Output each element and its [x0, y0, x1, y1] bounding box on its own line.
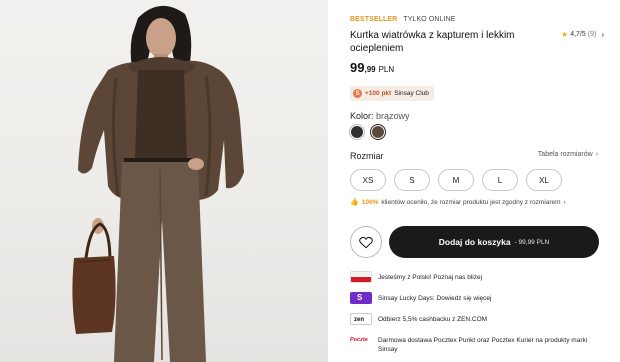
star-icon: ★ — [561, 30, 569, 39]
rating-score: 4,7/5 — [570, 31, 586, 38]
price-decimal: ,99 — [364, 65, 376, 74]
price-currency: PLN — [378, 65, 395, 74]
poczta-polska-logo-icon — [350, 334, 372, 346]
promo-list: Jesteśmy z Polski! Poznaj nas bliżej Sin… — [350, 271, 606, 362]
promo-item[interactable]: Jesteśmy z Polski! Poznaj nas bliżej — [350, 271, 606, 283]
size-label: Rozmiar — [350, 151, 384, 161]
size-option-s[interactable]: S — [394, 169, 430, 191]
sinsay-lucky-days-icon — [350, 292, 372, 304]
heart-icon — [359, 236, 373, 248]
size-fit-note[interactable]: 👍 100% klientów oceniło, że rozmiar prod… — [350, 198, 566, 207]
zen-logo-icon — [350, 313, 372, 325]
club-points-value: +100 pkt — [365, 90, 392, 97]
sinsay-club-coin-icon: S — [353, 89, 362, 98]
chevron-right-icon: › — [563, 198, 566, 206]
polish-flag-icon — [350, 271, 372, 283]
add-to-cart-button[interactable]: Dodaj do koszyka - 99,99 PLN — [389, 226, 599, 258]
product-details-panel: BESTSELLER TYLKO ONLINE Kurtka wiatrówka… — [350, 0, 606, 362]
price-main: 99 — [350, 60, 365, 75]
size-option-m[interactable]: M — [438, 169, 474, 191]
bestseller-badge: BESTSELLER — [350, 16, 398, 23]
product-rating[interactable]: ★ 4,7/5 (9) › — [561, 30, 604, 39]
add-to-cart-label: Dodaj do koszyka — [438, 237, 511, 247]
product-badges: BESTSELLER TYLKO ONLINE — [350, 16, 456, 23]
size-options: XS S M L XL — [350, 169, 562, 191]
add-to-wishlist-button[interactable] — [350, 226, 382, 258]
rating-count: (9) — [587, 31, 597, 38]
size-option-l[interactable]: L — [482, 169, 518, 191]
product-photo — [0, 0, 328, 362]
thumbs-up-icon: 👍 — [350, 199, 359, 206]
color-swatch-black[interactable] — [350, 125, 364, 139]
promo-item[interactable]: Odbierz 5,5% cashbacku z ZEN.COM — [350, 313, 606, 325]
online-only-badge: TYLKO ONLINE — [403, 16, 456, 23]
chevron-right-icon: › — [595, 151, 598, 158]
promo-item[interactable]: Sinsay Lucky Days: Dowiedz się więcej — [350, 292, 606, 304]
color-label: Kolor: brązowy — [350, 111, 410, 121]
color-value: brązowy — [376, 111, 410, 121]
size-option-xl[interactable]: XL — [526, 169, 562, 191]
product-price: 99,99 PLN — [350, 60, 394, 75]
color-swatch-brown[interactable] — [371, 125, 385, 139]
model-illustration — [72, 5, 244, 362]
color-swatches — [350, 125, 385, 139]
size-guide-link[interactable]: Tabela rozmiarów › — [538, 151, 598, 158]
add-to-cart-price: - 99,99 PLN — [514, 238, 550, 246]
product-title: Kurtka wiatrówka z kapturem i lekkim oci… — [350, 30, 515, 54]
fit-text: klientów oceniło, że rozmiar produktu je… — [381, 198, 561, 206]
chevron-right-icon: › — [601, 30, 604, 39]
fit-percent: 100% — [361, 198, 379, 206]
promo-item[interactable]: Darmowa dostawa Pocztex Punkt oraz Poczt… — [350, 334, 606, 354]
club-label: Sinsay Club — [394, 90, 429, 97]
size-option-xs[interactable]: XS — [350, 169, 386, 191]
club-points-badge: S +100 pkt Sinsay Club — [350, 86, 434, 101]
